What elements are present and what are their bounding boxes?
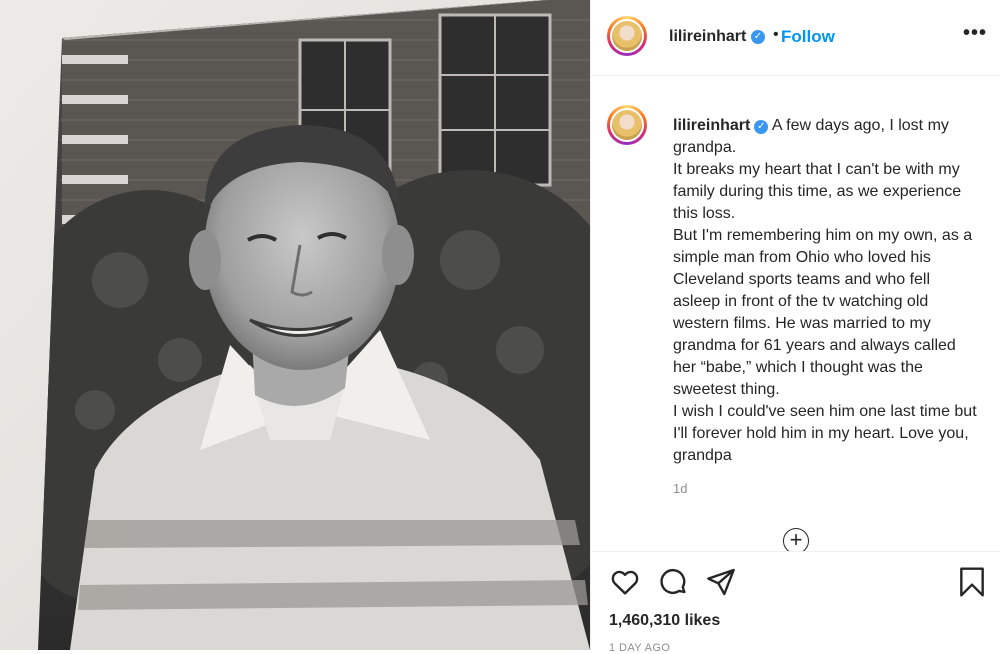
comments-section: lilireinhart ✓ A few days ago, I lost my … [591, 77, 1000, 551]
avatar-photo [612, 110, 642, 140]
more-options-icon[interactable]: ••• [963, 22, 987, 45]
separator-dot: • [773, 26, 779, 43]
post-actions: 1,460,310 likes 1 DAY AGO [591, 551, 1000, 654]
comment-icon[interactable] [657, 566, 689, 603]
heart-icon[interactable] [609, 566, 641, 603]
bookmark-icon[interactable] [957, 566, 987, 603]
avatar-ring-inner [610, 19, 644, 53]
share-icon[interactable] [705, 566, 737, 603]
follow-button[interactable]: Follow [781, 27, 835, 47]
caption-author-avatar[interactable] [607, 105, 647, 145]
load-more-icon[interactable]: + [783, 528, 809, 551]
author-username[interactable]: lilireinhart [669, 28, 746, 46]
likes-count[interactable]: 1,460,310 likes [609, 612, 720, 630]
post-caption: lilireinhart ✓ A few days ago, I lost my … [673, 115, 978, 467]
avatar-photo [612, 21, 642, 51]
post-header: lilireinhart ✓ • Follow ••• [591, 0, 1000, 76]
caption-age: 1d [673, 481, 688, 496]
author-avatar[interactable] [607, 16, 647, 56]
post-details-panel: lilireinhart ✓ • Follow ••• lilireinhart… [590, 0, 1000, 654]
caption-first-line: lilireinhart ✓ A few days ago, I lost my … [673, 115, 978, 159]
post-timestamp: 1 DAY AGO [609, 642, 671, 654]
instagram-post-window: lilireinhart ✓ • Follow ••• lilireinhart… [0, 0, 1000, 654]
caption-line: It breaks my heart that I can't be with … [673, 161, 962, 222]
caption-line: But I'm remembering him on my own, as a … [673, 227, 973, 398]
caption-username[interactable]: lilireinhart [673, 117, 750, 134]
caption-line: I wish I could've seen him one last time… [673, 403, 977, 464]
avatar-ring-inner [610, 108, 644, 142]
verified-badge-icon: ✓ [754, 120, 769, 134]
grandpa-photo-image [0, 0, 590, 650]
verified-badge-icon: ✓ [751, 30, 765, 44]
post-photo[interactable] [0, 0, 590, 650]
